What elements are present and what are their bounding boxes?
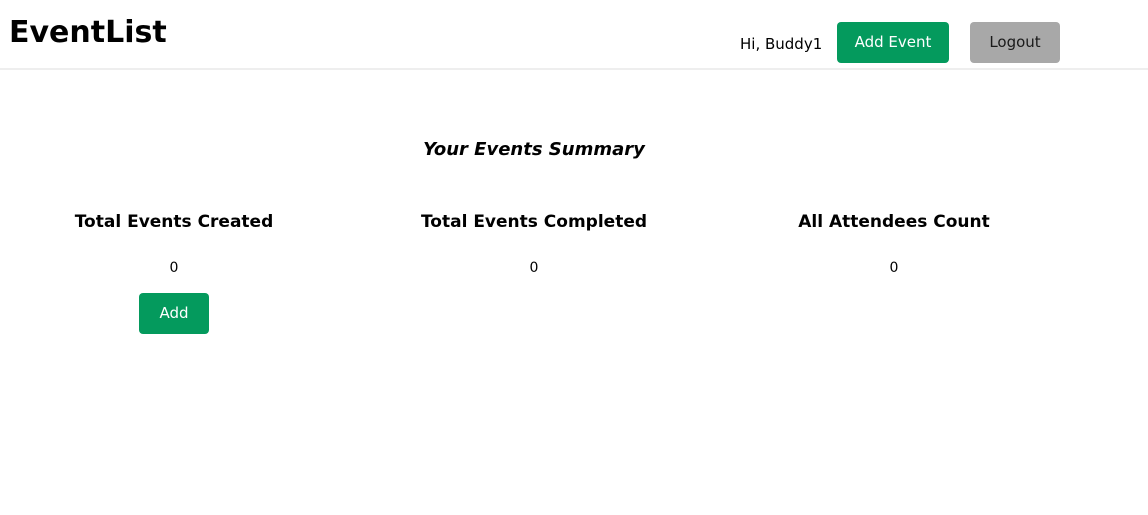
stat-value: 0 [529,260,539,276]
stat-value: 0 [889,260,899,276]
app-brand-title[interactable]: EventList [9,14,167,52]
stat-total-events-completed: Total Events Completed 0 [364,211,704,277]
stat-label: Total Events Completed [420,212,648,232]
stat-label: All Attendees Count [798,212,990,232]
top-navbar: EventList Hi, Buddy1 Add Event Logout [0,0,1148,70]
stat-value: 0 [169,260,179,276]
stat-label: Total Events Created [74,212,274,232]
stat-total-events-created: Total Events Created 0 [4,211,344,277]
user-greeting: Hi, Buddy1 [740,35,823,53]
add-event-button[interactable]: Add Event [837,22,949,63]
summary-title: Your Events Summary [423,139,645,160]
add-button[interactable]: Add [139,293,209,334]
stat-all-attendees-count: All Attendees Count 0 [724,211,1064,277]
logout-button[interactable]: Logout [970,22,1060,63]
